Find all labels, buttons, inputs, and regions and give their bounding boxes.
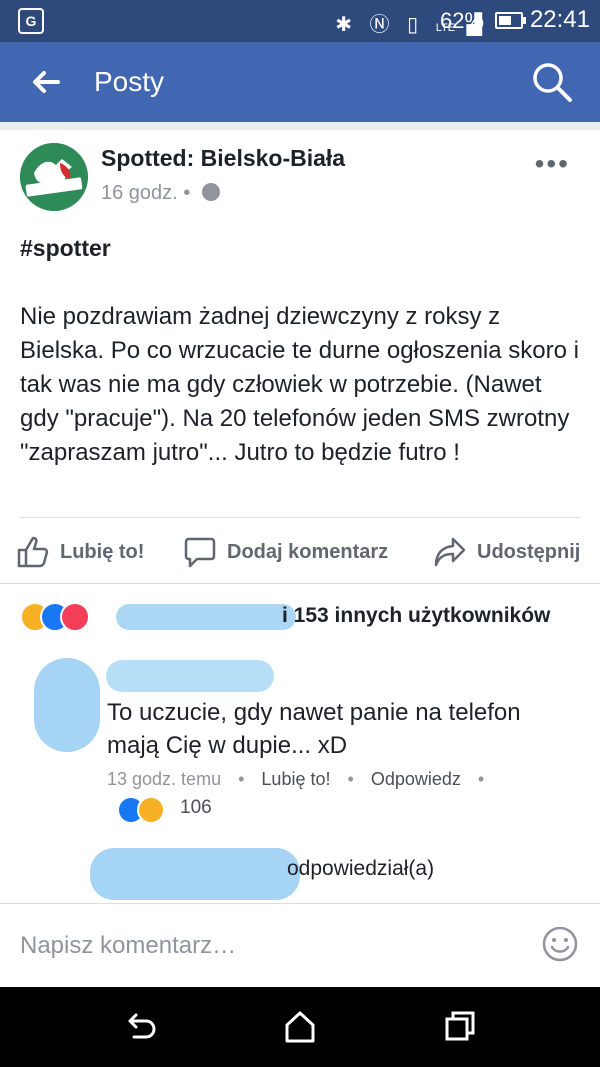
actions-divider-top [20,517,580,518]
share-button[interactable]: Udostępnij [433,530,580,574]
smiley-icon[interactable] [542,926,578,962]
like-label: Lubię to! [60,540,145,563]
page-logo-icon [20,143,88,211]
arrow-left-icon[interactable] [28,64,64,100]
post-author[interactable]: Spotted: Bielsko-Biała [101,145,345,172]
haha-reaction-icon [137,796,165,824]
blurred-reply-author [90,848,300,900]
status-bar: G ✱ Ⓝ ▯ LTE ▟ 62% 22:41 [0,0,600,42]
search-icon[interactable] [530,60,574,104]
post-meta: 16 godz. • [101,182,220,205]
comment-text: To uczucie, gdy nawet panie na telefon m… [107,699,521,759]
battery-icon [495,12,526,29]
comment-separator: • [477,769,485,789]
meta-separator: • [183,182,191,204]
comment-button[interactable]: Dodaj komentarz [183,530,388,574]
vibrate-icon: ▯ [407,14,425,36]
comment-meta: 13 godz. temu • Lubię to! • Odpowiedz • [107,769,496,790]
post-actions: Lubię to! Dodaj komentarz Udostępnij [0,530,600,574]
blurred-commenter-avatar [34,658,100,752]
speech-bubble-icon [184,537,216,568]
blurred-commenter-name [106,660,274,692]
comment-separator: • [238,769,245,789]
post-time[interactable]: 16 godz. [101,182,178,204]
feed-separator [0,122,600,130]
reactions-count-text: i 153 innych użytkowników [282,604,551,627]
share-label: Udostępnij [477,540,581,563]
comment-separator: • [347,769,354,789]
blurred-name [116,604,296,630]
share-arrow-icon [434,537,466,567]
comment-time: 13 godz. temu [107,769,222,789]
page-title: Posty [94,66,165,97]
comment-reply-link[interactable]: Odpowiedz [371,769,461,789]
comment-label: Dodaj komentarz [227,540,389,563]
love-reaction-icon [60,602,90,632]
nfc-icon: Ⓝ [369,14,396,36]
recent-apps-icon[interactable] [442,1009,478,1045]
comment-input[interactable]: Napisz komentarz… [20,932,236,960]
back-nav-icon[interactable] [122,1009,158,1045]
comment-like-link[interactable]: Lubię to! [261,769,330,789]
clock: 22:41 [529,6,590,33]
reply-summary[interactable]: odpowiedział(a) [287,857,434,881]
system-nav-bar [0,987,600,1067]
thumbs-up-icon [17,536,49,568]
post-hashtag[interactable]: #spotter [20,235,111,262]
more-dots-icon[interactable]: ••• [535,148,570,180]
comment-composer[interactable]: Napisz komentarz… [0,904,600,986]
comment-reaction-count: 106 [180,797,212,818]
post-body: Nie pozdrawiam żadnej dziewczyny z roksy… [20,303,579,466]
page-avatar[interactable] [20,143,88,211]
app-bar: Posty [0,42,600,122]
home-nav-icon[interactable] [282,1009,318,1045]
globe-icon [201,183,220,201]
location-app-icon: G [18,8,44,34]
battery-percent: 62% [440,8,485,33]
bluetooth-icon: ✱ [335,14,358,36]
like-button[interactable]: Lubię to! [16,530,144,574]
actions-divider-bottom [0,583,600,584]
reactions-summary[interactable]: i 153 innych użytkowników [20,602,580,632]
